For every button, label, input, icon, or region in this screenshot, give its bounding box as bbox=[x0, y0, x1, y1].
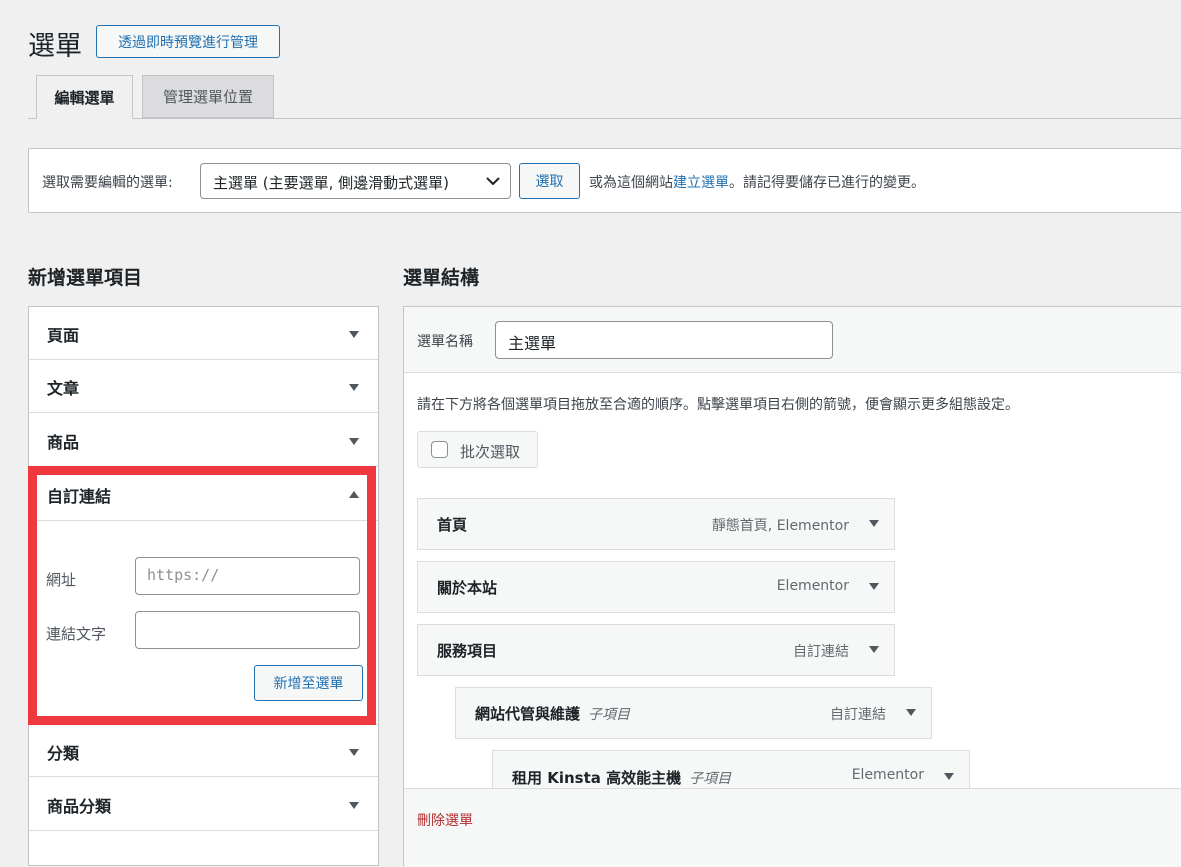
create-menu-text-after: 。請記得要儲存已進行的變更。 bbox=[729, 175, 925, 191]
select-menu-button[interactable]: 選取 bbox=[519, 163, 580, 199]
menu-item[interactable]: 關於本站 Elementor bbox=[417, 561, 895, 613]
menu-item-title: 網站代管與維護 bbox=[475, 705, 581, 723]
tab-edit-menu[interactable]: 編輯選單 bbox=[36, 75, 133, 119]
live-preview-button[interactable]: 透過即時預覽進行管理 bbox=[96, 25, 280, 58]
accordion-posts-label: 文章 bbox=[47, 379, 80, 398]
create-menu-hint: 或為這個網站建立選單。請記得要儲存已進行的變更。 bbox=[589, 172, 925, 192]
menu-item[interactable]: 服務項目 自訂連結 bbox=[417, 624, 895, 676]
menu-structure-heading: 選單結構 bbox=[403, 267, 480, 289]
menu-item-type: 靜態首頁, Elementor bbox=[711, 518, 849, 534]
menu-item-title: 租用 Kinsta 高效能主機 bbox=[512, 769, 682, 787]
menu-item[interactable]: 網站代管與維護 子項目 自訂連結 bbox=[455, 687, 932, 739]
menu-select-dropdown[interactable]: 主選單 (主要選單, 側邊滑動式選單) bbox=[200, 163, 511, 199]
menu-item-title-row: 租用 Kinsta 高效能主機 子項目 bbox=[512, 767, 731, 788]
create-menu-text-before: 或為這個網站 bbox=[589, 175, 673, 191]
menu-item-type: 自訂連結 bbox=[793, 644, 849, 660]
menu-item-sub-label: 子項目 bbox=[689, 771, 732, 787]
accordion-posts[interactable]: 文章 bbox=[29, 360, 378, 413]
create-menu-link[interactable]: 建立選單 bbox=[673, 175, 729, 191]
menu-name-input[interactable]: 主選單 bbox=[495, 321, 833, 359]
accordion-products-label: 商品 bbox=[47, 433, 80, 452]
tab-manage-locations[interactable]: 管理選單位置 bbox=[142, 75, 274, 118]
menu-name-row: 選單名稱 主選單 bbox=[404, 307, 1181, 373]
accordion-categories-label: 分類 bbox=[47, 744, 80, 763]
accordion-pages[interactable]: 頁面 bbox=[29, 307, 378, 360]
bulk-select-label: 批次選取 bbox=[460, 443, 521, 461]
menu-item[interactable]: 首頁 靜態首頁, Elementor bbox=[417, 498, 895, 550]
menu-structure-panel: 選單名稱 主選單 請在下方將各個選單項目拖放至合適的順序。點擊選單項目右側的箭號… bbox=[403, 306, 1181, 867]
caret-down-icon[interactable] bbox=[869, 583, 879, 590]
select-menu-label: 選取需要編輯的選單: bbox=[42, 175, 173, 191]
add-items-heading: 新增選單項目 bbox=[28, 267, 143, 289]
accordion-pages-label: 頁面 bbox=[47, 326, 80, 345]
page-title: 選單 bbox=[28, 31, 82, 62]
bulk-select-button[interactable]: 批次選取 bbox=[417, 431, 538, 468]
accordion-product-categories-label: 商品分類 bbox=[47, 797, 112, 816]
accordion-product-categories[interactable]: 商品分類 bbox=[29, 778, 378, 831]
menu-item-sub-label: 子項目 bbox=[588, 707, 631, 723]
caret-down-icon[interactable] bbox=[906, 709, 916, 716]
menu-item-title: 關於本站 bbox=[437, 579, 498, 597]
menu-item-title: 服務項目 bbox=[437, 642, 498, 660]
menu-item-type: Elementor bbox=[851, 767, 924, 783]
menu-select-bar: 選取需要編輯的選單: 主選單 (主要選單, 側邊滑動式選單) 選取 或為這個網站… bbox=[28, 148, 1181, 213]
menu-instructions: 請在下方將各個選單項目拖放至合適的順序。點擊選單項目右側的箭號，便會顯示更多組態… bbox=[417, 397, 1019, 413]
caret-down-icon bbox=[349, 331, 359, 338]
caret-down-icon bbox=[349, 438, 359, 445]
caret-down-icon bbox=[349, 384, 359, 391]
delete-menu-link[interactable]: 刪除選單 bbox=[417, 810, 473, 830]
menu-footer: 刪除選單 bbox=[404, 788, 1181, 867]
tab-strip-line bbox=[28, 118, 1181, 119]
menu-name-label: 選單名稱 bbox=[417, 334, 473, 350]
caret-down-icon bbox=[349, 802, 359, 809]
menu-select-value: 主選單 (主要選單, 側邊滑動式選單) bbox=[213, 174, 450, 192]
highlight-box bbox=[28, 466, 376, 725]
caret-down-icon bbox=[349, 749, 359, 756]
accordion-products[interactable]: 商品 bbox=[29, 414, 378, 467]
menu-item-type: Elementor bbox=[776, 578, 849, 594]
menu-item-title-row: 網站代管與維護 子項目 bbox=[475, 703, 630, 724]
menu-item-type: 自訂連結 bbox=[830, 707, 886, 723]
bulk-select-checkbox[interactable] bbox=[431, 441, 448, 458]
menu-item[interactable]: 租用 Kinsta 高效能主機 子項目 Elementor bbox=[492, 750, 970, 790]
caret-down-icon[interactable] bbox=[944, 773, 954, 780]
chevron-down-icon bbox=[486, 177, 500, 186]
accordion-categories[interactable]: 分類 bbox=[29, 724, 378, 777]
menu-item-title: 首頁 bbox=[437, 516, 468, 534]
caret-down-icon[interactable] bbox=[869, 520, 879, 527]
caret-down-icon[interactable] bbox=[869, 646, 879, 653]
menu-name-value: 主選單 bbox=[508, 334, 557, 353]
